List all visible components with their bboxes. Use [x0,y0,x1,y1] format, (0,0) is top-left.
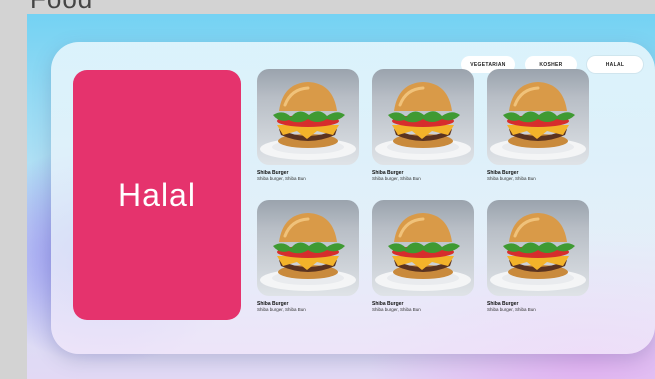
food-card[interactable]: Shiba Burger Shiba burger, Shiba Bun [257,200,359,315]
tab-halal[interactable]: HALAL [587,56,643,73]
burger-image [487,200,589,296]
food-card[interactable]: Shiba Burger Shiba burger, Shiba Bun [372,69,474,184]
frame-title: Food [30,0,93,15]
food-description: Shiba burger, Shiba Bun [372,176,421,181]
food-description: Shiba burger, Shiba Bun [487,307,536,312]
food-card[interactable]: Shiba Burger Shiba burger, Shiba Bun [372,200,474,315]
food-description: Shiba burger, Shiba Bun [257,307,306,312]
food-card[interactable]: Shiba Burger Shiba burger, Shiba Bun [487,200,589,315]
food-artboard: VEGETARIAN KOSHER HALAL Halal Shiba Burg… [27,14,655,379]
burger-image [257,69,359,165]
food-description: Shiba burger, Shiba Bun [487,176,536,181]
burger-image [372,200,474,296]
burger-image [487,69,589,165]
food-description: Shiba burger, Shiba Bun [257,176,306,181]
halal-hero-panel: Halal [73,70,241,320]
burger-image [372,69,474,165]
food-description: Shiba burger, Shiba Bun [372,307,421,312]
food-card[interactable]: Shiba Burger Shiba burger, Shiba Bun [257,69,359,184]
burger-image [257,200,359,296]
food-card[interactable]: Shiba Burger Shiba burger, Shiba Bun [487,69,589,184]
food-grid: Shiba Burger Shiba burger, Shiba Bun Shi… [257,69,589,315]
hero-label: Halal [118,176,196,213]
